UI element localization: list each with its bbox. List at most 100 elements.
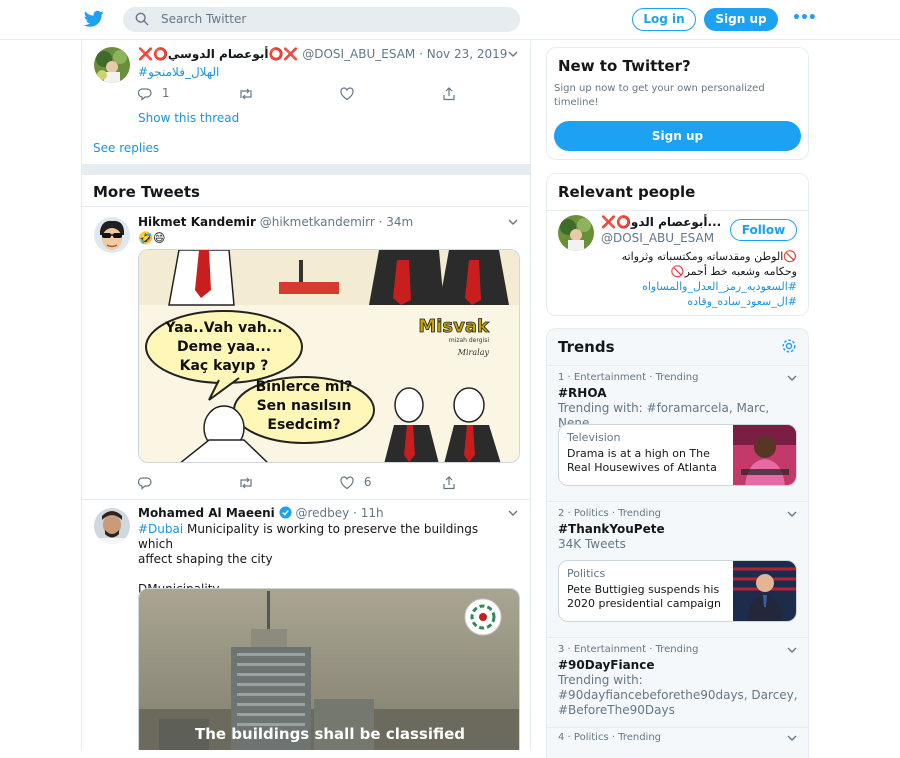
hashtag-link[interactable]: #الهلال_فلامنجو — [138, 65, 219, 79]
section-divider — [82, 165, 530, 175]
tweet-time[interactable]: · 11h — [353, 506, 384, 520]
settings-gear-icon[interactable] — [781, 338, 797, 354]
see-replies-link[interactable]: See replies — [93, 141, 159, 156]
more-tweets-header: More Tweets — [82, 175, 530, 207]
tweet-header: ❌⭕أبوعصام الدوسي⭕❌ @DOSI_ABU_ESAM · Nov … — [138, 47, 508, 61]
author-handle[interactable]: @hikmetkandemirr — [260, 215, 375, 229]
tweet-actions: 1 — [137, 86, 468, 102]
tweet-hikmet[interactable]: Hikmet Kandemir @hikmetkandemirr · 34m 🤣… — [82, 207, 530, 500]
relevant-people-card: Relevant people ❌⭕أبوعصام الدو... @DOSI_… — [546, 173, 809, 316]
trend-item[interactable]: 4 · Politics · Trending — [547, 728, 808, 758]
person-handle[interactable]: @DOSI_ABU_ESAM — [601, 231, 714, 245]
share-icon — [443, 475, 455, 489]
verified-badge-icon — [279, 506, 292, 519]
avatar[interactable] — [94, 47, 130, 83]
like-count: 6 — [363, 475, 372, 489]
share-button[interactable] — [442, 475, 456, 491]
like-button[interactable] — [340, 86, 354, 102]
share-button[interactable] — [442, 86, 456, 102]
news-category: Politics — [567, 567, 606, 580]
signup-card: New to Twitter? Sign up now to get your … — [546, 47, 809, 160]
twitter-logo-icon[interactable] — [84, 10, 104, 28]
chevron-down-icon[interactable] — [508, 218, 518, 226]
retweet-icon — [240, 477, 252, 488]
chevron-down-icon[interactable] — [787, 510, 797, 518]
tweet-header: Hikmet Kandemir @hikmetkandemirr · 34m — [138, 215, 413, 229]
trend-item[interactable]: 2 · Politics · Trending #ThankYouPete 34… — [547, 502, 808, 638]
author-name[interactable]: Mohamed Al Maeeni — [138, 506, 275, 520]
thread-tweet[interactable]: ❌⭕أبوعصام الدوسي⭕❌ @DOSI_ABU_ESAM · Nov … — [82, 41, 530, 165]
tweet-actions: 6 — [137, 475, 468, 491]
tweet-image[interactable]: Yaa..Vah vah... Deme yaa... Kaç kayıp ? … — [138, 249, 520, 463]
news-category: Television — [567, 431, 621, 444]
hashtag-link[interactable]: #Dubai — [138, 522, 183, 536]
retweet-button[interactable] — [238, 86, 254, 102]
trend-meta: 4 · Politics · Trending — [558, 732, 662, 743]
reply-button[interactable] — [137, 475, 152, 491]
retweet-icon — [240, 88, 252, 99]
news-thumbnail — [733, 425, 796, 485]
tweet-text: #الهلال_فلامنجو — [138, 65, 219, 80]
person-name[interactable]: ❌⭕أبوعصام الدو... — [601, 215, 721, 229]
trend-news-card[interactable]: Television Drama is at a high on The Rea… — [558, 424, 797, 486]
bio-hashtag-2[interactable]: #ال_سعود_ساده_وقاده — [557, 294, 797, 309]
chevron-down-icon[interactable] — [787, 646, 797, 654]
top-bar: Search Twitter Log in Sign up ••• — [0, 0, 900, 40]
news-thumbnail — [733, 561, 796, 621]
trend-name: #90DayFiance — [558, 658, 655, 672]
signup-card-desc: Sign up now to get your own personalized… — [554, 83, 765, 108]
tweet-time[interactable]: · 34m — [379, 215, 414, 229]
reply-button[interactable]: 1 — [137, 86, 169, 102]
share-icon — [443, 86, 455, 100]
trend-name: #ThankYouPete — [558, 522, 665, 536]
follow-button[interactable]: Follow — [730, 219, 797, 241]
trend-context: Trending with: #90dayfiancebeforethe90da… — [558, 673, 798, 717]
trend-meta: 2 · Politics · Trending — [558, 508, 662, 519]
cartoon-illustration: Yaa..Vah vah... Deme yaa... Kaç kayıp ? … — [139, 250, 519, 462]
tweet-text: 🤣😄 — [138, 231, 166, 245]
cartoon-bubble1-line3: Kaç kayıp ? — [180, 358, 269, 374]
more-menu-icon[interactable]: ••• — [792, 10, 817, 26]
author-name[interactable]: Hikmet Kandemir — [138, 215, 256, 229]
login-button[interactable]: Log in — [632, 8, 696, 31]
like-button[interactable]: 6 — [340, 475, 371, 491]
chevron-down-icon[interactable] — [787, 734, 797, 742]
trend-news-card[interactable]: Politics Pete Buttigieg suspends his 202… — [558, 560, 797, 622]
news-headline: Pete Buttigieg suspends his 2020 preside… — [567, 583, 721, 610]
avatar[interactable] — [94, 508, 130, 544]
search-placeholder: Search Twitter — [161, 12, 247, 26]
trend-item[interactable]: 3 · Entertainment · Trending #90DayFianc… — [547, 638, 808, 728]
relevant-people-title: Relevant people — [558, 183, 696, 201]
trend-name: #RHOA — [558, 386, 607, 400]
signup-button[interactable]: Sign up — [704, 8, 778, 31]
person-bio: 🚫الوطن ومقدساته ومكتسباته وثرواته وحكامه… — [557, 249, 797, 309]
author-name[interactable]: ❌⭕أبوعصام الدوسي⭕❌ — [138, 47, 298, 61]
retweet-button[interactable] — [238, 475, 254, 491]
cartoon-signature: Miralay — [457, 348, 490, 357]
avatar[interactable] — [94, 217, 130, 253]
cartoon-bubble2-line3: Esedcim? — [267, 417, 340, 433]
chevron-down-icon[interactable] — [508, 50, 518, 58]
chevron-down-icon[interactable] — [508, 509, 518, 517]
video-thumbnail: The buildings shall be classified — [139, 589, 519, 750]
show-thread-link[interactable]: Show this thread — [138, 111, 239, 126]
search-icon — [135, 12, 149, 26]
tweet-mohamed[interactable]: Mohamed Al Maeeni @redbey · 11h #Dubai M… — [82, 500, 530, 750]
sidebar-signup-button[interactable]: Sign up — [554, 121, 801, 151]
trend-context: 34K Tweets — [558, 537, 626, 551]
tweet-date[interactable]: Nov 23, 2019 — [427, 47, 508, 61]
tweet-text: #Dubai Municipality is working to preser… — [138, 522, 508, 597]
bio-hashtag-1[interactable]: #السعوديه_رمز_العدل_والمساواه — [557, 279, 797, 294]
search-input[interactable]: Search Twitter — [123, 7, 520, 32]
reply-icon — [137, 476, 152, 490]
bio-line2: وحكامه وشعبه خط أحمر🚫 — [670, 265, 797, 278]
chevron-down-icon[interactable] — [787, 374, 797, 382]
avatar[interactable] — [558, 215, 594, 251]
trends-title: Trends — [558, 338, 615, 356]
tweet-video[interactable]: The buildings shall be classified — [138, 588, 520, 750]
signup-card-title: New to Twitter? — [558, 57, 691, 75]
author-handle[interactable]: @DOSI_ABU_ESAM — [302, 47, 415, 61]
trend-item[interactable]: 1 · Entertainment · Trending #RHOA Trend… — [547, 366, 808, 502]
reply-icon — [137, 87, 152, 101]
author-handle[interactable]: @redbey — [295, 506, 349, 520]
